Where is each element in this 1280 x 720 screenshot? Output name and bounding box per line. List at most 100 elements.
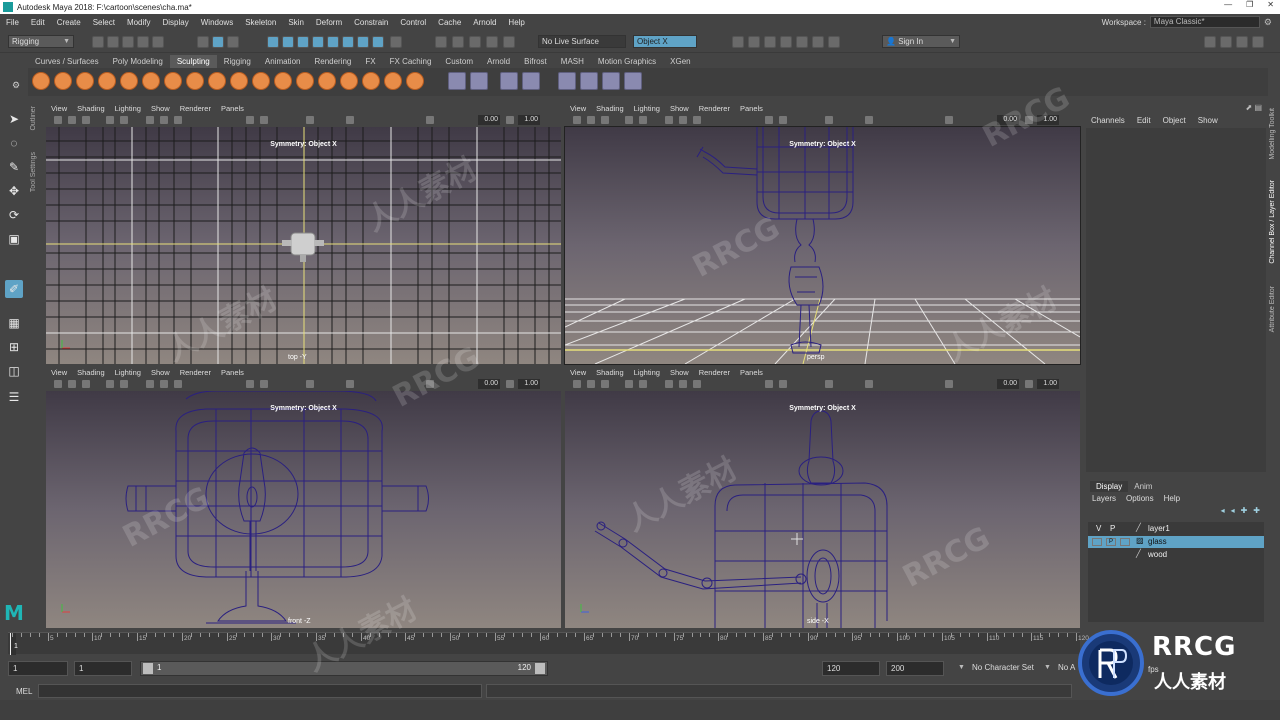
lights-icon[interactable]	[246, 380, 254, 388]
snap-help-icon[interactable]	[372, 36, 384, 48]
viewport-menu-panels[interactable]: Panels	[735, 104, 768, 113]
scale-tool-icon[interactable]: ▣	[5, 230, 23, 248]
bulge-tool-icon[interactable]	[362, 72, 380, 90]
viewport-menu-panels[interactable]: Panels	[216, 104, 249, 113]
snap-edge-icon[interactable]	[342, 36, 354, 48]
new-layer-from-selected-icon[interactable]: ✚	[1253, 506, 1260, 515]
viewport-canvas[interactable]: Symmetry: Object X persp	[564, 126, 1081, 365]
bookmark-icon[interactable]	[601, 116, 609, 124]
menu-skeleton[interactable]: Skeleton	[239, 18, 282, 27]
wireframe-icon[interactable]	[146, 380, 154, 388]
viewport-menu-shading[interactable]: Shading	[591, 104, 629, 113]
camera-attributes-icon[interactable]	[68, 116, 76, 124]
snap-grid-icon[interactable]	[267, 36, 279, 48]
viewport-menu-renderer[interactable]: Renderer	[694, 104, 735, 113]
layer-row[interactable]: P ▨ glass	[1088, 536, 1264, 548]
snap-view-plane-icon[interactable]	[312, 36, 324, 48]
camera-icon[interactable]	[573, 116, 581, 124]
shelf-tab-xgen[interactable]: XGen	[663, 55, 697, 68]
viewport-menu-shading[interactable]: Shading	[72, 104, 110, 113]
camera-icon[interactable]	[54, 116, 62, 124]
viewport-menu-view[interactable]: View	[46, 104, 72, 113]
imprint-tool-icon[interactable]	[230, 72, 248, 90]
menu-arnold[interactable]: Arnold	[467, 18, 502, 27]
playback-end-field[interactable]: 120	[822, 661, 880, 676]
arnold-render-icon[interactable]	[796, 36, 808, 48]
sign-in-dropdown[interactable]: 👤 Sign In ▼	[882, 35, 960, 48]
shelf-tab-rendering[interactable]: Rendering	[307, 55, 358, 68]
soft-selection-icon[interactable]	[500, 72, 518, 90]
move-layer-down-icon[interactable]: ◂	[1231, 506, 1235, 515]
panel-menu-icon[interactable]: ▤	[1254, 103, 1262, 112]
animation-start-field[interactable]: 1	[8, 661, 68, 676]
sculpt-brush-icon[interactable]: ✐	[5, 280, 23, 298]
film-gate-icon[interactable]	[120, 380, 128, 388]
tab-display[interactable]: Display	[1090, 481, 1129, 492]
viewport-menu-show[interactable]: Show	[665, 368, 694, 377]
time-slider[interactable]: 1 5 10 15 20 25 30 35 40 45 50 55 60 65 70 75 80 85 90 95 1…	[0, 630, 1089, 656]
convert-to-frozen-icon[interactable]	[448, 72, 466, 90]
gamma-field[interactable]: 1.00	[1037, 115, 1059, 125]
symmetry-dropdown[interactable]: Object X	[633, 35, 697, 48]
range-end-handle[interactable]	[535, 663, 545, 674]
close-button[interactable]: ✕	[1267, 0, 1274, 9]
grid-toggle-icon[interactable]	[625, 116, 633, 124]
command-input[interactable]	[38, 684, 482, 698]
menu-edit[interactable]: Edit	[25, 18, 51, 27]
save-scene-icon[interactable]	[122, 36, 134, 48]
camera-attributes-icon[interactable]	[587, 380, 595, 388]
xray-icon[interactable]	[306, 116, 314, 124]
options-menu[interactable]: Options	[1126, 494, 1154, 503]
gamma-field[interactable]: 1.00	[518, 379, 540, 389]
textured-icon[interactable]	[693, 116, 701, 124]
menu-skin[interactable]: Skin	[282, 18, 310, 27]
isolate-select-icon[interactable]	[346, 380, 354, 388]
script-language-label[interactable]: MEL	[16, 687, 32, 696]
eraser-icon[interactable]	[624, 72, 642, 90]
layer-name[interactable]: glass	[1148, 537, 1167, 546]
channel-box-menu-object[interactable]: Object	[1163, 116, 1186, 125]
move-layer-up-icon[interactable]: ◂	[1221, 506, 1225, 515]
bookmark-icon[interactable]	[82, 380, 90, 388]
shelf-tab-fx-caching[interactable]: FX Caching	[383, 55, 439, 68]
lights-icon[interactable]	[765, 116, 773, 124]
viewport-menu-lighting[interactable]: Lighting	[110, 104, 146, 113]
visibility-toggle[interactable]	[1092, 538, 1102, 546]
snap-vertex-icon[interactable]	[357, 36, 369, 48]
viewport-menu-show[interactable]: Show	[146, 368, 175, 377]
render-frame-icon[interactable]	[486, 36, 498, 48]
camera-icon[interactable]	[54, 380, 62, 388]
textured-icon[interactable]	[174, 116, 182, 124]
xray-icon[interactable]	[306, 380, 314, 388]
film-gate-icon[interactable]	[639, 116, 647, 124]
shadows-icon[interactable]	[260, 380, 268, 388]
exposure-field[interactable]: 0.00	[997, 379, 1019, 389]
isolate-select-icon[interactable]	[865, 116, 873, 124]
playback-start-field[interactable]: 1	[74, 661, 132, 676]
exposure-field[interactable]: 0.00	[478, 379, 500, 389]
bookmark-icon[interactable]	[601, 380, 609, 388]
new-scene-icon[interactable]	[92, 36, 104, 48]
channel-box-menu-show[interactable]: Show	[1198, 116, 1218, 125]
viewport-menu-lighting[interactable]: Lighting	[629, 104, 665, 113]
range-start-handle[interactable]	[143, 663, 153, 674]
toggle-attribute-editor-icon[interactable]	[1220, 36, 1232, 48]
wax-tool-icon[interactable]	[252, 72, 270, 90]
grid-toggle-icon[interactable]	[106, 380, 114, 388]
viewport-menu-lighting[interactable]: Lighting	[110, 368, 146, 377]
toggle-channel-box-icon[interactable]	[1252, 36, 1264, 48]
viewport-canvas[interactable]: Symmetry: Object X side -X	[565, 391, 1080, 628]
exposure-field[interactable]: 0.00	[478, 115, 500, 125]
float-panel-icon[interactable]: ⬈	[1246, 103, 1253, 112]
select-object-icon[interactable]	[212, 36, 224, 48]
menu-control[interactable]: Control	[394, 18, 432, 27]
spray-tool-icon[interactable]	[186, 72, 204, 90]
range-bar[interactable]: 1 120	[140, 661, 548, 676]
chevron-down-icon[interactable]: ▼	[1044, 664, 1051, 671]
channel-box-menu-edit[interactable]: Edit	[1137, 116, 1151, 125]
bookmark-icon[interactable]	[82, 116, 90, 124]
textured-icon[interactable]	[693, 380, 701, 388]
live-surface-field[interactable]: No Live Surface	[538, 35, 626, 48]
flatten-tool-icon[interactable]	[142, 72, 160, 90]
viewport-menu-show[interactable]: Show	[146, 104, 175, 113]
